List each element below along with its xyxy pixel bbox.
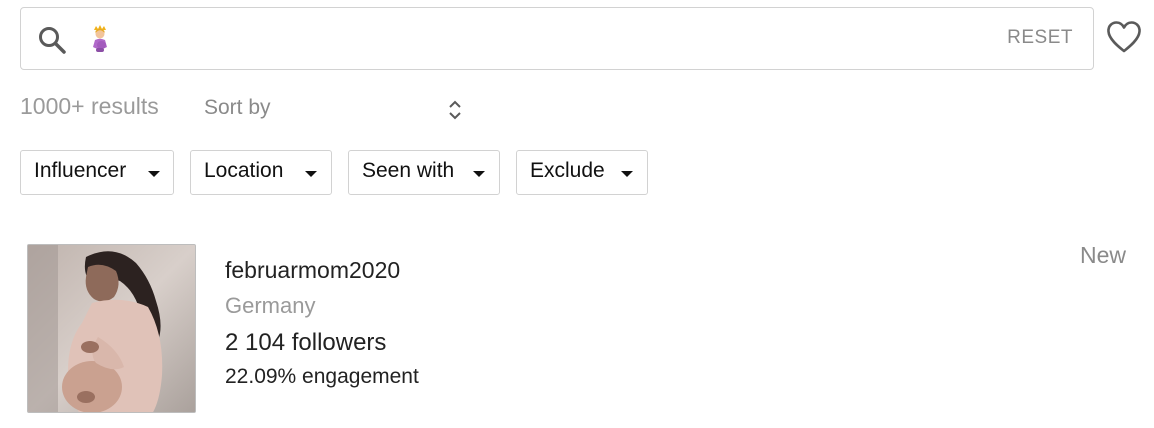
caret-down-icon [473,171,485,177]
location: Germany [225,293,316,318]
sort-label: Sort by [204,96,271,119]
profile-photo-icon [28,245,195,412]
filter-label: Exclude [530,159,605,182]
filter-label: Seen with [362,159,455,182]
avatar[interactable] [27,244,196,413]
caret-down-icon [148,171,160,177]
result-card[interactable]: New februarmom2020 Germany 2 104 followe… [20,236,1134,426]
sort-arrows-icon [449,100,461,120]
results-count: 1000+ results [20,93,159,119]
filter-seen-with-button[interactable]: Seen with [348,150,500,195]
followers-count: 2 104 followers [225,329,387,356]
engagement-rate: 22.09% engagement [225,365,419,388]
filter-exclude-button[interactable]: Exclude [516,150,648,195]
filter-label: Location [204,159,284,182]
caret-down-icon [305,171,317,177]
filter-location-button[interactable]: Location [190,150,332,195]
search-icon[interactable] [36,24,68,56]
sort-select[interactable]: Sort by [204,94,466,126]
pregnant-woman-emoji-icon [93,25,107,52]
search-bar[interactable]: RESET [20,7,1094,70]
search-page: RESET 1000+ results Sort by Influencer L… [0,0,1154,428]
username[interactable]: februarmom2020 [225,257,400,284]
heart-icon[interactable] [1105,20,1143,54]
filter-label: Influencer [34,159,127,182]
caret-down-icon [621,171,633,177]
new-badge: New [1079,242,1126,268]
reset-button[interactable]: RESET [1007,27,1073,49]
search-input[interactable] [121,22,1001,56]
filter-influencer-button[interactable]: Influencer [20,150,174,195]
